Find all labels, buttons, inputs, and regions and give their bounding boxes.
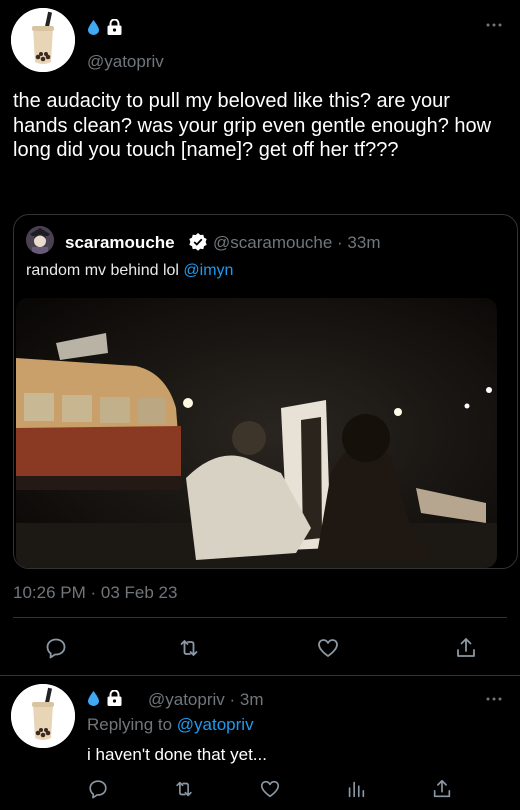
- analytics-icon[interactable]: [345, 778, 367, 800]
- bubble-tea-avatar-image: [11, 8, 75, 72]
- avatar[interactable]: [11, 8, 75, 72]
- quoted-text: random mv behind lol @imyn: [26, 262, 233, 280]
- divider: [0, 675, 520, 676]
- share-icon[interactable]: [431, 778, 453, 800]
- water-drop-icon: [88, 19, 99, 35]
- quoted-text-body: random mv behind lol: [26, 262, 184, 279]
- quoted-tweet[interactable]: scaramouche @scaramouche · 33m random mv…: [13, 214, 518, 569]
- divider: [13, 617, 507, 618]
- lock-icon: [107, 19, 122, 35]
- reply-icon[interactable]: [44, 636, 68, 660]
- meta-separator: ·: [332, 233, 348, 252]
- water-drop-icon: [88, 690, 99, 706]
- replying-to: Replying to @yatopriv: [87, 715, 254, 735]
- quoted-display-name[interactable]: scaramouche: [65, 233, 175, 253]
- retweet-icon[interactable]: [173, 778, 195, 800]
- user-handle[interactable]: @yatopriv · 3m: [148, 690, 264, 710]
- reply-text: i haven't done that yet...: [87, 745, 267, 764]
- like-icon[interactable]: [259, 778, 281, 800]
- tweet-timestamp[interactable]: 10:26 PM · 03 Feb 23: [13, 583, 177, 603]
- more-options-icon[interactable]: [482, 18, 506, 30]
- user-badges: [88, 19, 122, 35]
- like-icon[interactable]: [316, 636, 340, 660]
- replying-to-label: Replying to: [87, 715, 177, 734]
- bubble-tea-avatar-image: [11, 684, 75, 748]
- quoted-time[interactable]: 33m: [347, 233, 380, 252]
- verified-icon: [188, 232, 208, 252]
- quoted-meta: @scaramouche · 33m: [213, 233, 381, 253]
- retweet-icon[interactable]: [177, 636, 201, 660]
- replying-to-link[interactable]: @yatopriv: [177, 715, 254, 734]
- more-options-icon[interactable]: [482, 692, 506, 704]
- avatar[interactable]: [11, 684, 75, 748]
- share-icon[interactable]: [454, 636, 478, 660]
- user-badges: [88, 690, 122, 706]
- user-handle[interactable]: @yatopriv: [87, 52, 164, 72]
- quoted-handle[interactable]: @scaramouche: [213, 233, 332, 252]
- lock-icon: [107, 690, 122, 706]
- mention-link[interactable]: @imyn: [183, 262, 233, 279]
- reply-icon[interactable]: [87, 778, 109, 800]
- quoted-media-image[interactable]: [16, 298, 497, 568]
- tweet-text: the audacity to pull my beloved like thi…: [13, 90, 492, 161]
- quoted-avatar[interactable]: [26, 226, 54, 254]
